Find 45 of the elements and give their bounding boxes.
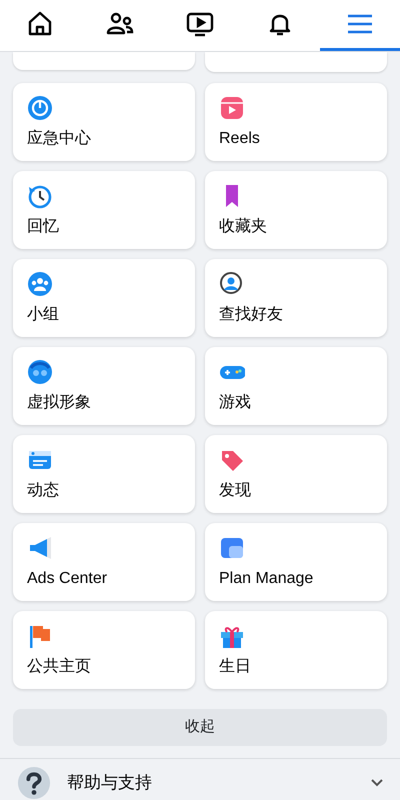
shortcut-label: 公共主页 [27, 657, 92, 677]
shortcut-tile[interactable]: Ads Center [13, 523, 195, 601]
sos-icon [27, 95, 53, 121]
flag-icon [27, 623, 53, 649]
shortcut-tile[interactable]: Plan Manage [205, 523, 387, 601]
help-icon [17, 766, 51, 800]
clock-icon [27, 183, 53, 209]
person-search-icon [219, 271, 245, 297]
shortcut-tile[interactable]: 动态 [13, 435, 195, 513]
menu-icon [347, 13, 373, 35]
shortcut-tile[interactable]: Reels [205, 83, 387, 161]
shortcut-label: 小组 [27, 305, 60, 325]
shortcut-tile[interactable]: 发现 [205, 435, 387, 513]
shortcut-tile[interactable]: 生日 [205, 611, 387, 689]
shortcut-tile[interactable]: 游戏 [205, 347, 387, 425]
layout-icon [219, 535, 245, 561]
megaphone-icon [27, 535, 53, 561]
shortcut-label: 生日 [219, 657, 252, 677]
shortcut-label: 动态 [27, 481, 60, 501]
play-icon [219, 95, 245, 121]
shortcut-tile[interactable]: 虚拟形象 [13, 347, 195, 425]
avatar-icon [27, 359, 53, 385]
shortcut-label: 发现 [219, 481, 252, 501]
shortcut-label: 游戏 [219, 393, 252, 413]
collapse-button[interactable]: 收起 [13, 709, 387, 746]
shortcut-label: Reels [219, 129, 261, 149]
shortcut-label: 应急中心 [27, 129, 92, 149]
tile-bottom[interactable] [205, 52, 387, 72]
shortcut-label: 回忆 [27, 217, 60, 237]
shortcut-tile[interactable]: 公共主页 [13, 611, 195, 689]
tile-bottom[interactable] [13, 52, 195, 70]
shortcut-tile[interactable]: 回忆 [13, 171, 195, 249]
shortcut-label: Ads Center [27, 569, 108, 589]
shortcut-label: 收藏夹 [219, 217, 268, 237]
shortcut-label: 查找好友 [219, 305, 284, 325]
group-icon [27, 271, 53, 297]
shortcut-tile[interactable]: 小组 [13, 259, 195, 337]
help-label: 帮助与支持 [67, 772, 153, 794]
shortcut-tile[interactable]: 查找好友 [205, 259, 387, 337]
shortcut-tile[interactable]: 应急中心 [13, 83, 195, 161]
video-icon [186, 10, 214, 38]
shortcut-tile[interactable]: 收藏夹 [205, 171, 387, 249]
shortcut-label: 虚拟形象 [27, 393, 92, 413]
home-icon [26, 10, 54, 38]
shortcut-label: Plan Manage [219, 569, 314, 589]
